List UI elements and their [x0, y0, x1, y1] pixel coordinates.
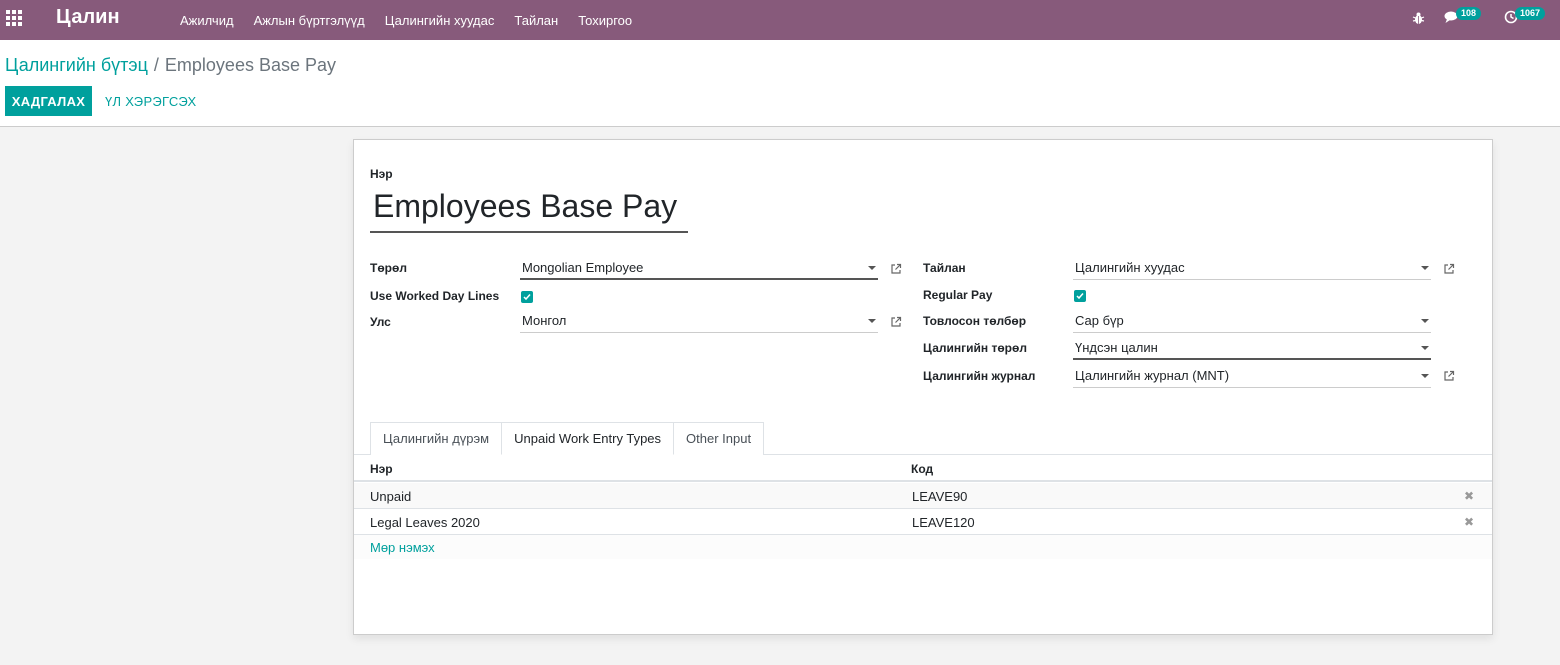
- chevron-down-icon: [1421, 266, 1429, 270]
- external-link-icon[interactable]: [890, 316, 902, 328]
- chevron-down-icon: [1421, 319, 1429, 323]
- notebook-tabs: Цалингийн дүрэм Unpaid Work Entry Types …: [370, 422, 765, 455]
- row-name: Unpaid: [370, 489, 412, 504]
- checkmark-icon: [1076, 293, 1084, 300]
- name-label: Нэр: [370, 167, 393, 181]
- tab-other-input[interactable]: Other Input: [673, 422, 765, 455]
- regular-pay-label: Regular Pay: [923, 288, 993, 302]
- salary-type-value: Үндсэн цалин: [1075, 340, 1158, 355]
- row-code: LEAVE90: [912, 489, 968, 504]
- type-label: Төрөл: [370, 261, 407, 275]
- top-navbar: Цалин Ажилчид Ажлын бүртгэлүүд Цалингийн…: [0, 0, 1560, 40]
- journal-label: Цалингийн журнал: [923, 369, 1036, 383]
- report-select[interactable]: Цалингийн хуудас: [1073, 258, 1431, 280]
- worked-days-checkbox[interactable]: [521, 291, 533, 303]
- external-link-icon[interactable]: [1443, 370, 1455, 382]
- salary-type-select[interactable]: Үндсэн цалин: [1073, 338, 1431, 360]
- type-select[interactable]: Mongolian Employee: [520, 258, 878, 280]
- chevron-down-icon: [1421, 374, 1429, 378]
- country-label: Улс: [370, 315, 391, 329]
- table-row[interactable]: Unpaid LEAVE90 ✖: [354, 483, 1492, 509]
- breadcrumb: Цалингийн бүтэц / Employees Base Pay: [5, 55, 336, 76]
- column-header-code[interactable]: Код: [911, 462, 933, 476]
- save-button[interactable]: ХАДГАЛАХ: [5, 86, 92, 116]
- table-row[interactable]: Legal Leaves 2020 LEAVE120 ✖: [354, 509, 1492, 535]
- regular-pay-checkbox[interactable]: [1074, 290, 1086, 302]
- worked-days-label: Use Worked Day Lines: [370, 289, 500, 303]
- main-menu: Ажилчид Ажлын бүртгэлүүд Цалингийн хууда…: [170, 0, 642, 40]
- schedule-pay-label: Товлосон төлбөр: [923, 314, 1027, 328]
- row-code: LEAVE120: [912, 515, 975, 530]
- column-header-name[interactable]: Нэр: [370, 462, 393, 476]
- row-name: Legal Leaves 2020: [370, 515, 480, 530]
- country-select[interactable]: Монгол: [520, 311, 878, 333]
- breadcrumb-parent-link[interactable]: Цалингийн бүтэц: [5, 55, 148, 76]
- add-line-row: Мөр нэмэх: [354, 535, 1492, 559]
- menu-item-reporting[interactable]: Тайлан: [504, 13, 568, 28]
- country-value: Монгол: [522, 313, 567, 328]
- report-value: Цалингийн хуудас: [1075, 260, 1185, 275]
- breadcrumb-current: Employees Base Pay: [164, 55, 336, 75]
- menu-item-employees[interactable]: Ажилчид: [170, 13, 244, 28]
- debug-bug-icon[interactable]: [1412, 11, 1425, 25]
- activities-count-badge: 1067: [1515, 7, 1546, 20]
- schedule-pay-value: Сар бүр: [1075, 313, 1124, 328]
- form-sheet: Нэр Employees Base Pay Төрөл Mongolian E…: [353, 139, 1493, 635]
- checkmark-icon: [523, 294, 531, 301]
- schedule-pay-select[interactable]: Сар бүр: [1073, 311, 1431, 333]
- discard-button[interactable]: ҮЛ ХЭРЭГСЭХ: [105, 86, 197, 116]
- external-link-icon[interactable]: [890, 263, 902, 275]
- chevron-down-icon: [868, 319, 876, 323]
- tab-unpaid-work-entry-types[interactable]: Unpaid Work Entry Types: [501, 422, 675, 455]
- control-panel: Цалингийн бүтэц / Employees Base Pay ХАД…: [0, 40, 1560, 127]
- journal-value: Цалингийн журнал (MNT): [1075, 368, 1230, 383]
- salary-type-label: Цалингийн төрөл: [923, 341, 1027, 355]
- chevron-down-icon: [868, 266, 876, 270]
- table-header: Нэр Код: [354, 455, 1492, 482]
- apps-menu-icon[interactable]: [6, 10, 24, 28]
- chevron-down-icon: [1421, 346, 1429, 350]
- menu-item-configuration[interactable]: Тохиргоо: [568, 13, 642, 28]
- report-label: Тайлан: [923, 261, 966, 275]
- delete-row-icon[interactable]: ✖: [1464, 489, 1474, 503]
- external-link-icon[interactable]: [1443, 263, 1455, 275]
- messages-count-badge: 108: [1456, 7, 1482, 20]
- menu-item-work-entries[interactable]: Ажлын бүртгэлүүд: [244, 13, 375, 28]
- app-brand[interactable]: Цалин: [56, 6, 120, 29]
- name-input[interactable]: Employees Base Pay: [370, 186, 688, 233]
- journal-select[interactable]: Цалингийн журнал (MNT): [1073, 366, 1431, 388]
- tab-salary-rules[interactable]: Цалингийн дүрэм: [370, 422, 503, 455]
- menu-item-payslips[interactable]: Цалингийн хуудас: [375, 13, 505, 28]
- add-line-link[interactable]: Мөр нэмэх: [370, 540, 435, 555]
- type-value: Mongolian Employee: [522, 260, 644, 275]
- breadcrumb-separator: /: [153, 55, 159, 75]
- delete-row-icon[interactable]: ✖: [1464, 515, 1474, 529]
